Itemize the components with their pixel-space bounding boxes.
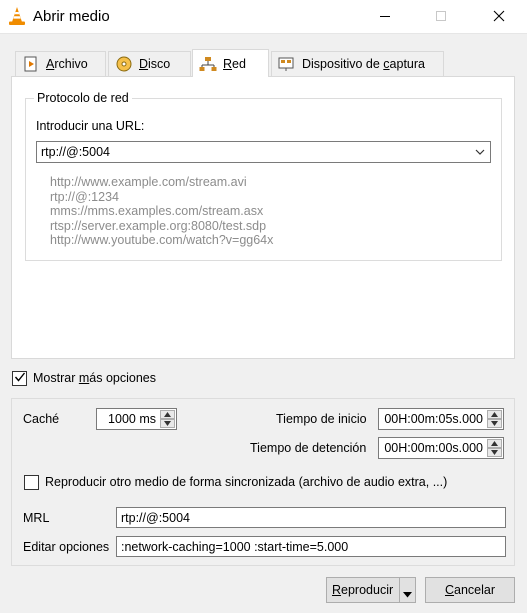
edit-options-value: :network-caching=1000 :start-time=5.000 [121,539,349,554]
edit-options-field[interactable]: :network-caching=1000 :start-time=5.000 [116,536,506,557]
stop-time-label: Tiempo de detención [250,441,367,455]
window-title: Abrir medio [33,8,110,25]
mrl-field[interactable]: rtp://@:5004 [116,507,506,528]
stop-time-spinbox[interactable]: 00H:00m:00s.000 [378,437,504,459]
file-play-icon [22,56,40,72]
url-examples: http://www.example.com/stream.avi rtp://… [50,175,273,248]
url-value: rtp://@:5004 [41,145,110,159]
close-button[interactable] [476,0,522,34]
mrl-label: MRL [23,511,50,525]
tab-archivo[interactable]: Archivo [15,51,106,76]
play-button[interactable]: Reproducir [326,577,416,603]
spin-up-icon[interactable] [160,410,175,419]
maximize-icon [435,10,447,25]
show-more-options-label[interactable]: Mostrar más opciones [33,371,156,385]
tab-red[interactable]: Red [192,49,269,77]
cache-label: Caché [23,412,60,426]
tab-dispositivo-captura[interactable]: Dispositivo de captura [271,51,444,76]
advanced-options-panel: Caché 1000 ms Tiempo de inicio 00H:00m:0… [11,398,515,566]
tab-archivo-label: Archivo [46,57,88,71]
disc-icon [115,56,133,72]
example-url: http://www.youtube.com/watch?v=gg64x [50,233,274,248]
start-time-spinbox[interactable]: 00H:00m:05s.000 [378,408,504,430]
spin-up-icon[interactable] [487,410,502,419]
example-url: http://www.example.com/stream.avi [50,175,247,189]
spin-down-icon[interactable] [487,419,502,428]
chevron-down-icon[interactable] [474,146,486,161]
show-more-options-checkbox[interactable] [12,371,27,386]
capture-device-icon [278,56,296,72]
tab-red-label: Red [223,56,246,71]
stop-time-value: 00H:00m:00s.000 [384,441,483,455]
url-combobox[interactable]: rtp://@:5004 [36,141,491,163]
start-time-value: 00H:00m:05s.000 [384,412,483,426]
spin-down-icon[interactable] [487,448,502,457]
spin-down-icon[interactable] [160,419,175,428]
sync-media-checkbox[interactable] [24,475,39,490]
start-time-label: Tiempo de inicio [276,412,367,426]
network-tab-panel: Protocolo de red Introducir una URL: rtp… [11,76,515,359]
example-url: mms://mms.examples.com/stream.asx [50,204,264,219]
minimize-icon [379,10,391,25]
cache-spinbox[interactable]: 1000 ms [96,408,177,430]
example-url: rtp://@:1234 [50,189,119,204]
example-url: rtsp://server.example.org:8080/test.sdp [50,218,267,233]
spin-up-icon[interactable] [487,439,502,448]
url-label: Introducir una URL: [36,119,145,133]
maximize-button[interactable] [418,0,464,34]
title-bar: Abrir medio [0,0,527,34]
tab-dispositivo-captura-label: Dispositivo de captura [302,57,425,71]
close-icon [493,10,505,25]
vlc-cone-icon [7,6,27,26]
split-divider [399,578,400,602]
checkmark-icon [14,371,26,386]
group-title: Protocolo de red [34,91,132,105]
mrl-value: rtp://@:5004 [121,510,190,525]
sync-media-label[interactable]: Reproducir otro medio de forma sincroniz… [45,475,447,489]
cancel-button[interactable]: Cancelar [425,577,515,603]
cancel-button-label: Cancelar [444,583,496,597]
tab-disco[interactable]: Disco [108,51,191,76]
network-icon [199,56,217,72]
minimize-button[interactable] [362,0,408,34]
dropdown-arrow-icon[interactable] [403,587,412,601]
tab-disco-label: Disco [139,57,171,71]
cache-value: 1000 ms [108,412,156,426]
play-button-label: Reproducir [332,583,394,597]
edit-options-label: Editar opciones [23,540,110,554]
